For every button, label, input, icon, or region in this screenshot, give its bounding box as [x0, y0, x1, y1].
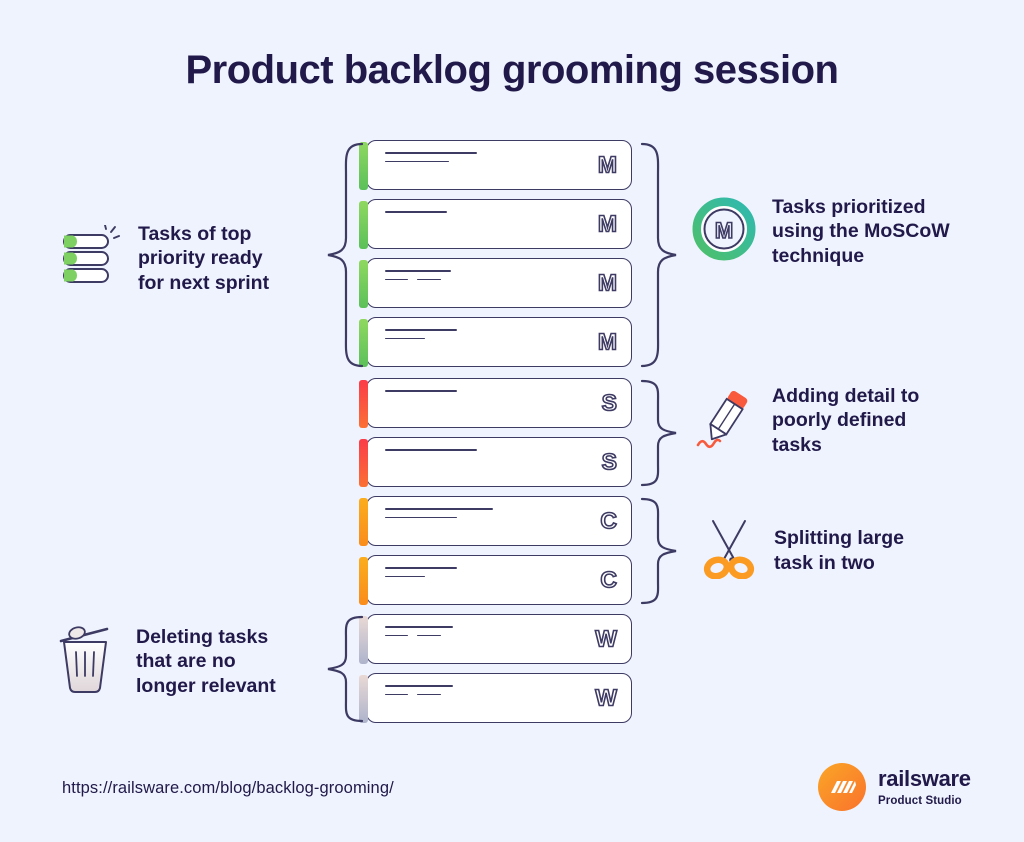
task-card-priority-letter: S: [601, 448, 618, 476]
annotation-top-priority: Tasks of top priority ready for next spr…: [58, 222, 269, 295]
task-card[interactable]: S: [359, 378, 632, 428]
task-card[interactable]: C: [359, 555, 632, 605]
annotation-adding-detail: Adding detail to poorly defined tasks: [694, 384, 919, 457]
task-card-text-lines: [385, 449, 477, 458]
task-card[interactable]: M: [359, 317, 632, 367]
task-card[interactable]: M: [359, 258, 632, 308]
task-card-accent-bar: [359, 439, 368, 487]
infographic-canvas: Product backlog grooming session M M M M S S C…: [0, 0, 1024, 842]
brace-right-must: [638, 140, 682, 370]
task-card-accent-bar: [359, 380, 368, 428]
annotation-deleting-label: Deleting tasks that are no longer releva…: [136, 625, 276, 697]
railsware-logo-name: railsware: [878, 765, 971, 791]
task-card[interactable]: M: [359, 140, 632, 190]
task-card-text-lines: [385, 390, 457, 399]
scissors-icon: [700, 517, 758, 584]
annotation-deleting: Deleting tasks that are no longer releva…: [52, 622, 276, 701]
annotation-splitting-label: Splitting large task in two: [774, 527, 905, 574]
annotation-moscow: M Tasks prioritized using the MoSCoW tec…: [692, 195, 950, 268]
task-card-text-lines: [385, 508, 493, 525]
railsware-logo-mark: [818, 763, 866, 811]
task-card-text-lines: [385, 211, 447, 220]
trash-icon: [52, 622, 118, 701]
brace-left-wont: [322, 614, 366, 724]
moscow-badge-icon: M: [692, 197, 756, 266]
task-card-text-lines: [385, 329, 457, 346]
svg-text:M: M: [715, 218, 733, 243]
page-title: Product backlog grooming session: [185, 48, 839, 92]
task-card-text-lines: [385, 685, 453, 702]
annotation-top-priority-label: Tasks of top priority ready for next spr…: [138, 223, 270, 294]
task-card-priority-letter: M: [597, 269, 618, 297]
task-card-text-lines: [385, 270, 451, 287]
task-card-text-lines: [385, 152, 477, 169]
task-card[interactable]: W: [359, 614, 632, 664]
task-card-priority-letter: C: [600, 566, 618, 594]
task-card-text-lines: [385, 567, 457, 584]
annotation-moscow-label: Tasks prioritized using the MoSCoW techn…: [772, 196, 950, 267]
annotation-splitting: Splitting large task in two: [700, 517, 904, 584]
task-card-priority-letter: M: [597, 328, 618, 356]
task-card[interactable]: C: [359, 496, 632, 546]
task-card[interactable]: S: [359, 437, 632, 487]
task-card-priority-letter: C: [600, 507, 618, 535]
task-card[interactable]: M: [359, 199, 632, 249]
source-url[interactable]: https://railsware.com/blog/backlog-groom…: [62, 779, 394, 798]
task-card-priority-letter: W: [594, 684, 617, 712]
task-card-priority-letter: S: [601, 389, 618, 417]
railsware-logo-tagline: Product Studio: [878, 794, 962, 807]
task-card-priority-letter: M: [597, 210, 618, 238]
stacked-list-icon: [58, 224, 120, 292]
annotation-adding-detail-label: Adding detail to poorly defined tasks: [772, 385, 920, 456]
brace-right-should: [638, 378, 682, 488]
task-card-accent-bar: [359, 557, 368, 605]
task-card[interactable]: W: [359, 673, 632, 723]
task-card-priority-letter: M: [597, 151, 618, 179]
brace-left-must: [322, 140, 366, 370]
railsware-logo[interactable]: railsware Product Studio: [818, 763, 971, 811]
task-card-priority-letter: W: [594, 625, 617, 653]
task-card-accent-bar: [359, 498, 368, 546]
brace-right-could: [638, 496, 682, 606]
task-card-text-lines: [385, 626, 453, 643]
pencil-icon: [694, 385, 756, 456]
